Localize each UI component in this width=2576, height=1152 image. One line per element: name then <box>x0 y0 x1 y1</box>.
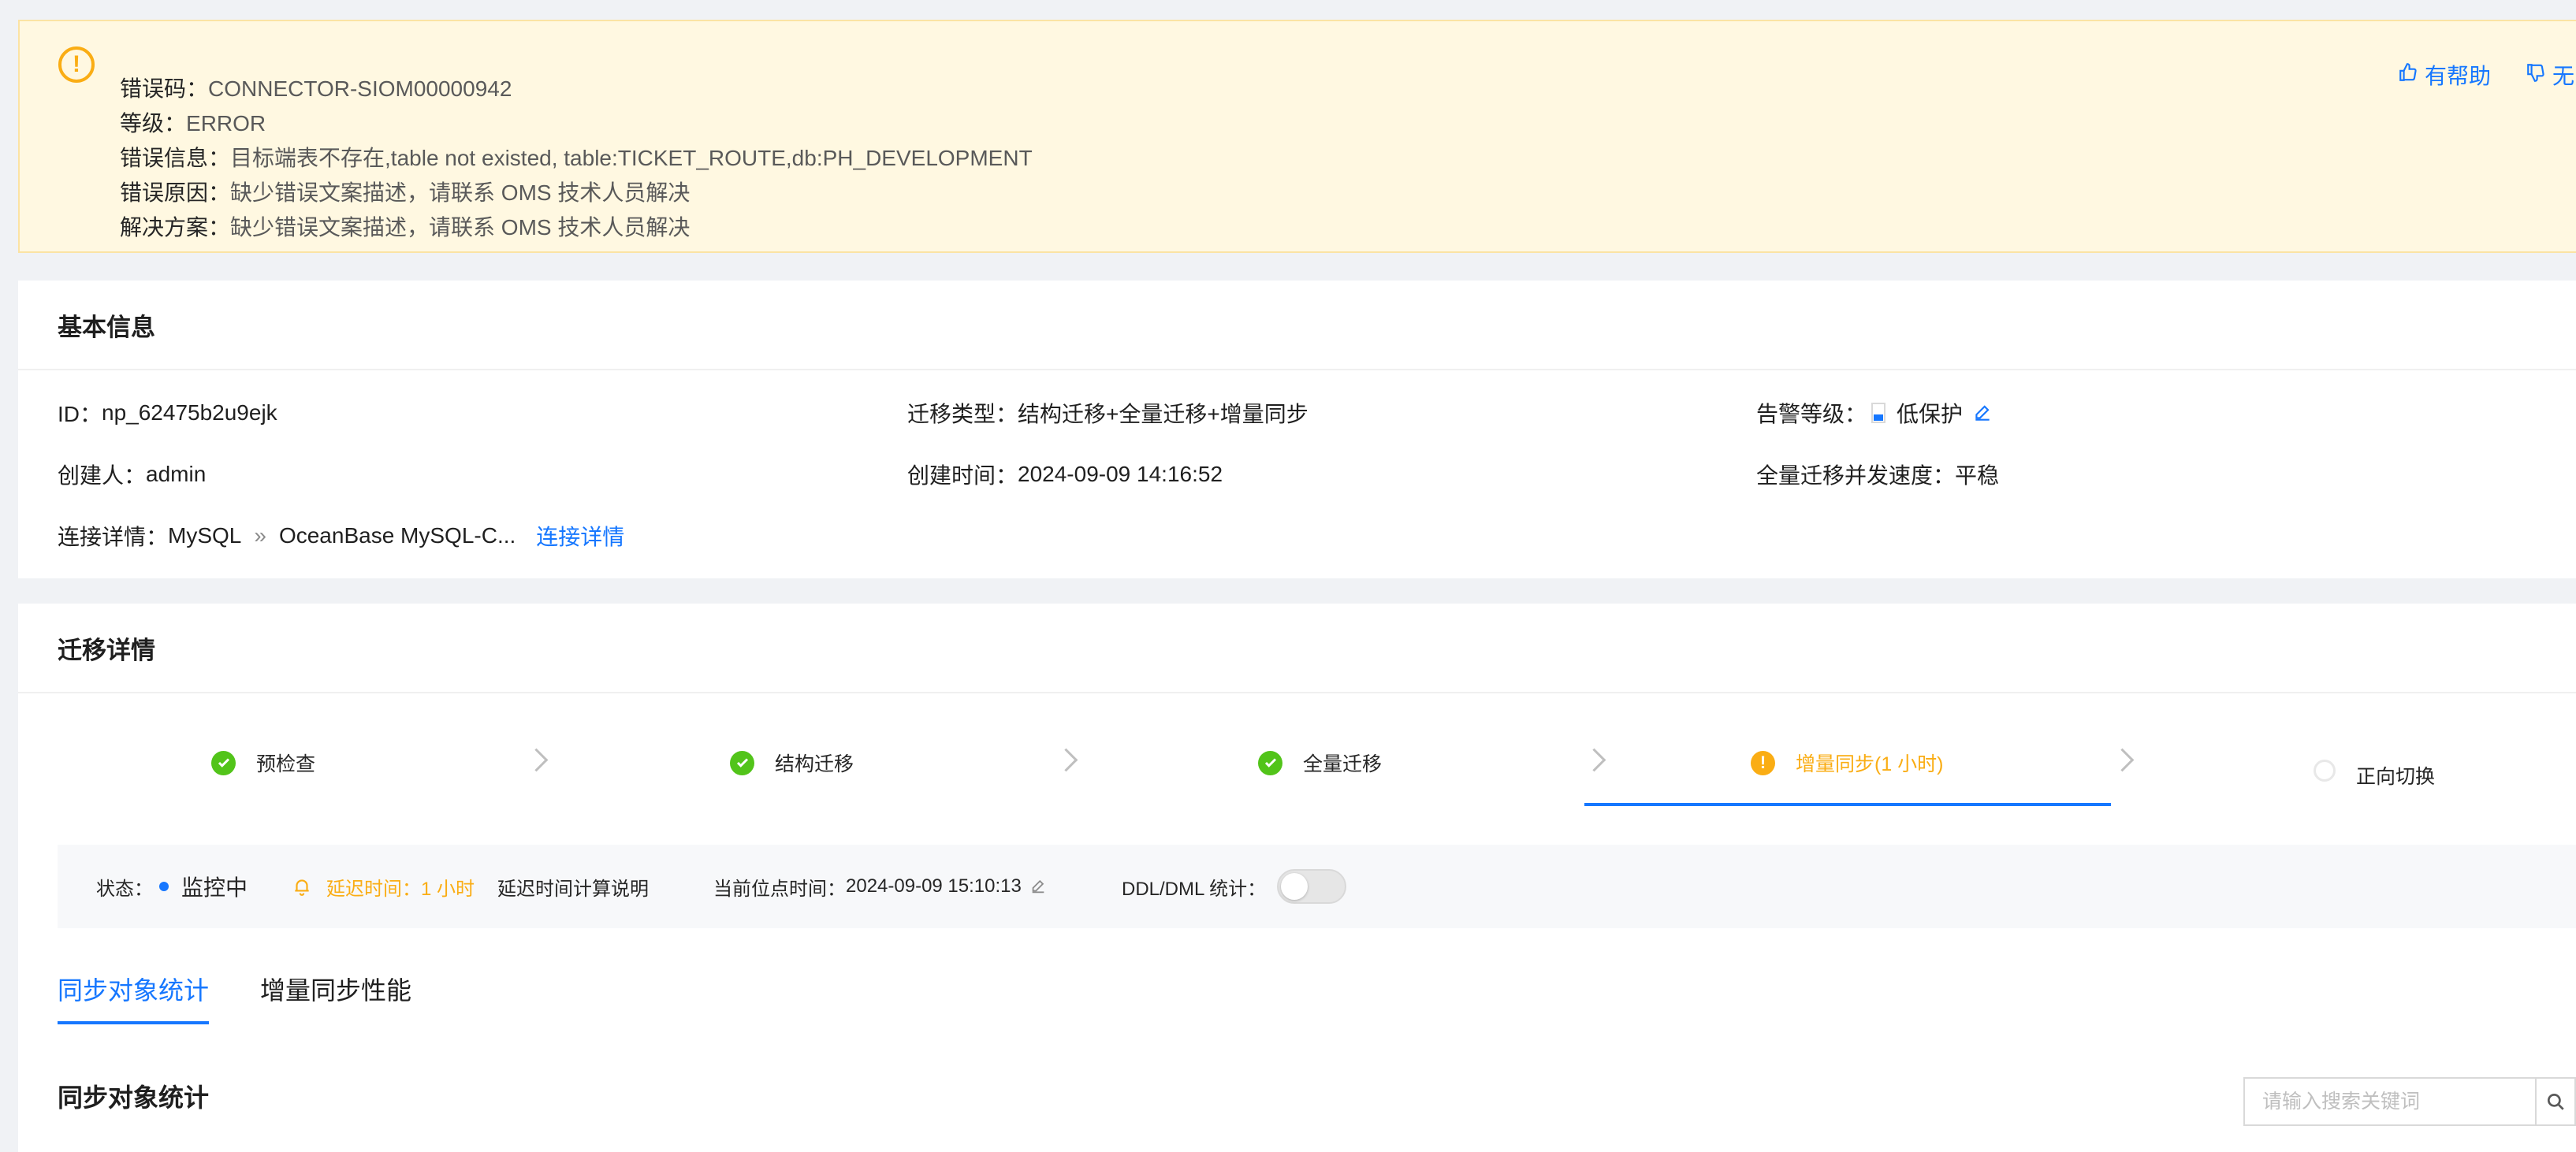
step-incremental-sync[interactable]: ! 增量同步(1 小时) <box>1751 749 1944 777</box>
pending-circle-icon <box>2314 760 2336 782</box>
check-circle-icon <box>1258 750 1282 775</box>
check-circle-icon <box>730 750 754 775</box>
exclamation-circle-icon: ! <box>58 46 95 83</box>
error-details: 错误码：CONNECTOR-SIOM00000942 等级：ERROR 错误信息… <box>120 72 1033 245</box>
unhelpful-button[interactable]: 无 <box>2526 59 2574 91</box>
position-time-field: 当前位点时间： 2024-09-09 15:10:13 <box>713 845 1047 928</box>
helpful-button[interactable]: 有帮助 <box>2398 59 2491 91</box>
search-input[interactable] <box>2245 1079 2535 1124</box>
error-code-line: 错误码：CONNECTOR-SIOM00000942 <box>120 76 512 101</box>
section-title: 同步对象统计 <box>58 1083 210 1112</box>
basic-info-card: 基本信息 ID： np_62475b2u9ejk 迁移类型： 结构迁移+全量迁移+增… <box>18 281 2576 578</box>
divider <box>18 692 2576 693</box>
creator-field: 创建人： admin <box>58 462 207 488</box>
id-field: ID： np_62475b2u9ejk <box>58 400 277 426</box>
search-box <box>2243 1077 2576 1126</box>
connection-details-field: 连接详情： MySQL » OceanBase MySQL-C... 连接详情 <box>58 520 624 552</box>
thumbs-down-icon <box>2526 62 2546 88</box>
exclamation-circle-icon: ! <box>1751 750 1775 775</box>
error-solution-line: 解决方案：缺少错误文案描述，请联系 OMS 技术人员解决 <box>120 215 691 240</box>
toggle-knob <box>1281 873 1308 900</box>
step-precheck[interactable]: 预检查 <box>211 749 315 777</box>
ddl-dml-toggle[interactable] <box>1277 869 1347 904</box>
status-dot <box>159 882 169 891</box>
double-arrow-icon: » <box>254 523 266 548</box>
error-message-line: 错误信息：目标端表不存在,table not existed, table:TI… <box>120 146 1033 170</box>
tab-sync-object-stats[interactable]: 同步对象统计 <box>58 971 209 1007</box>
search-icon[interactable] <box>2534 1079 2574 1124</box>
error-reason-line: 错误原因：缺少错误文案描述，请联系 OMS 技术人员解决 <box>120 180 691 205</box>
battery-low-icon <box>1871 403 1886 423</box>
bell-icon <box>292 875 312 897</box>
delay-field: 延迟时间：1 小时 <box>292 845 475 928</box>
step-forward-switch[interactable]: 正向切换 <box>2314 752 2435 790</box>
step-schema-migration[interactable]: 结构迁移 <box>730 749 854 777</box>
edit-icon[interactable] <box>1972 403 1993 423</box>
alarm-level-field: 告警等级： 低保护 <box>1756 397 1993 429</box>
sync-status-bar: 状态： 监控中 延迟时间：1 小时 延迟时间计算说明 当前位点时间： 2024-… <box>58 845 2576 928</box>
error-level-line: 等级：ERROR <box>120 111 266 136</box>
migration-details-title: 迁移详情 <box>58 637 155 664</box>
status-field: 状态： 监控中 <box>96 875 248 900</box>
connection-details-link[interactable]: 连接详情 <box>536 520 624 552</box>
basic-info-title: 基本信息 <box>58 314 155 341</box>
active-step-underline <box>1584 803 2111 806</box>
error-alert: ! 错误码：CONNECTOR-SIOM00000942 等级：ERROR 错误… <box>18 20 2576 253</box>
thumbs-up-icon <box>2398 62 2418 88</box>
divider <box>18 369 2576 370</box>
tab-incremental-sync-performance[interactable]: 增量同步性能 <box>260 971 411 1007</box>
ddl-dml-stats-field: DDL/DML 统计： <box>1122 845 1347 928</box>
edit-icon[interactable] <box>1029 878 1047 895</box>
migration-type-field: 迁移类型： 结构迁移+全量迁移+增量同步 <box>907 402 1308 426</box>
step-full-migration[interactable]: 全量迁移 <box>1258 749 1382 777</box>
helpful-label: 有帮助 <box>2425 64 2492 88</box>
unhelpful-label: 无 <box>2552 64 2575 88</box>
full-migration-speed-field: 全量迁移并发速度： 平稳 <box>1756 463 2000 488</box>
delay-calc-link[interactable]: 延迟时间计算说明 <box>497 845 649 928</box>
check-circle-icon <box>211 750 236 775</box>
active-tab-indicator <box>58 1021 209 1024</box>
created-time-field: 创建时间： 2024-09-09 14:16:52 <box>907 462 1223 488</box>
